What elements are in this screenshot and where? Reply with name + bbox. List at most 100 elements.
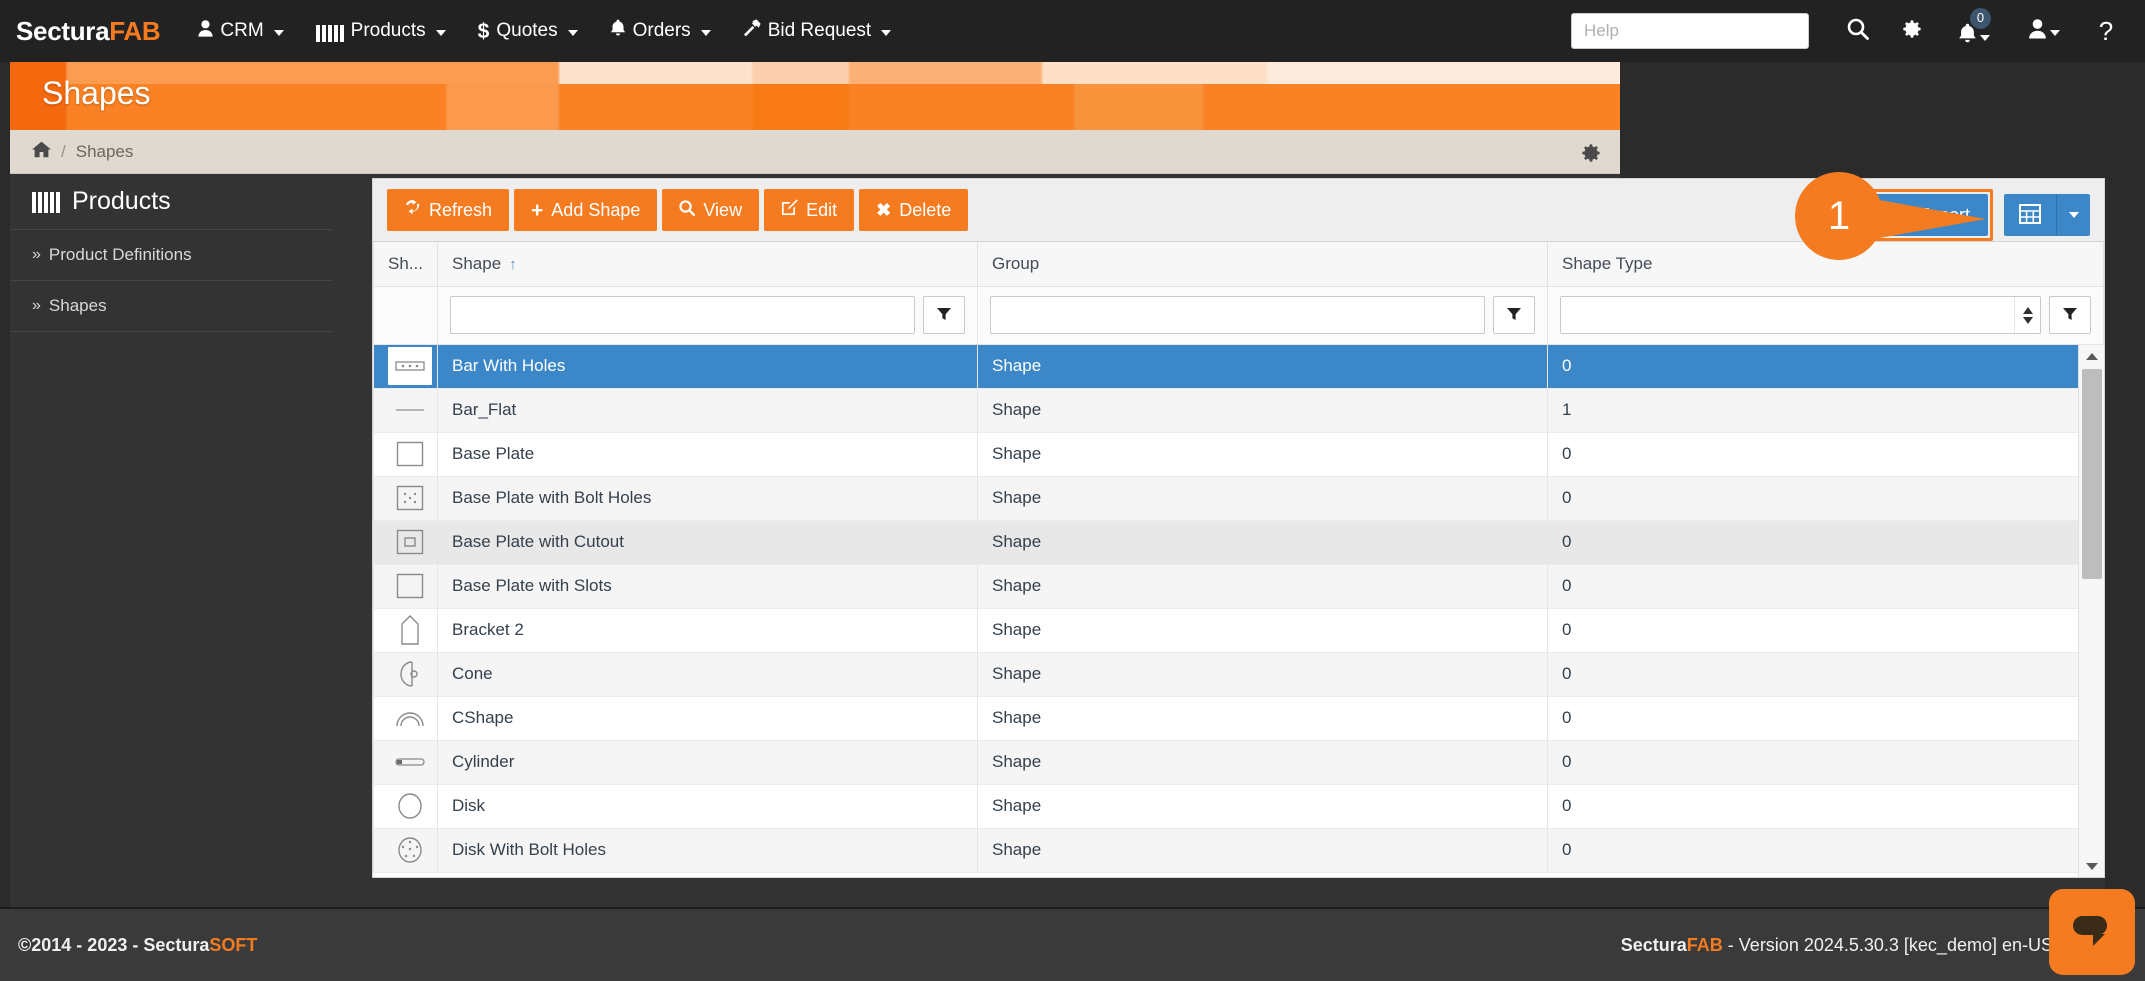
- table-row[interactable]: ConeShape0: [374, 652, 2104, 696]
- shape-type-filter-button[interactable]: [2049, 296, 2091, 334]
- scroll-up-button[interactable]: [2079, 345, 2104, 367]
- nav-item-crm[interactable]: CRM: [182, 0, 299, 62]
- cell-thumbnail: [374, 784, 438, 828]
- notifications-button[interactable]: 0: [1939, 0, 2009, 62]
- table-row[interactable]: DiskShape0: [374, 784, 2104, 828]
- footer-version: SecturaFAB - Version 2024.5.30.3 [kec_de…: [1621, 935, 2053, 956]
- sidebar-item-shapes[interactable]: » Shapes: [10, 281, 332, 332]
- table-row[interactable]: Bar With HolesShape0: [374, 344, 2104, 388]
- cell-group: Shape: [978, 432, 1548, 476]
- scrollbar-thumb[interactable]: [2082, 369, 2102, 579]
- filter-cell-group: [978, 286, 1548, 344]
- table-row[interactable]: Disk With Bolt HolesShape0: [374, 828, 2104, 872]
- chat-widget-button[interactable]: [2049, 889, 2135, 975]
- shape-filter-button[interactable]: [923, 296, 965, 334]
- help-search-input[interactable]: [1571, 13, 1809, 49]
- cell-group: Shape: [978, 828, 1548, 872]
- page-header-banner: Shapes: [10, 62, 1620, 130]
- nav-label-crm: CRM: [220, 20, 263, 42]
- spinner-arrows[interactable]: [2014, 297, 2040, 333]
- cell-shape-type: 0: [1548, 740, 2104, 784]
- home-icon[interactable]: [32, 141, 51, 163]
- table-row[interactable]: Base PlateShape0: [374, 432, 2104, 476]
- cell-shape-type: 0: [1548, 828, 2104, 872]
- edit-button[interactable]: Edit: [764, 189, 854, 231]
- view-button[interactable]: View: [662, 189, 759, 231]
- spinner-up-icon[interactable]: [2023, 307, 2033, 314]
- nav-item-orders[interactable]: Orders: [594, 0, 727, 62]
- settings-button[interactable]: [1885, 0, 1939, 62]
- search-icon: [679, 200, 695, 221]
- chevron-down-icon: [274, 30, 284, 36]
- column-label: Group: [992, 254, 1039, 273]
- brand-logo[interactable]: SecturaFAB: [16, 16, 160, 47]
- grid-vertical-scrollbar[interactable]: [2078, 345, 2104, 877]
- cell-group: Shape: [978, 740, 1548, 784]
- cell-shape: Bar With Holes: [438, 344, 978, 388]
- page-title: Shapes: [42, 75, 151, 112]
- table-row[interactable]: Base Plate with CutoutShape0: [374, 520, 2104, 564]
- refresh-label: Refresh: [429, 200, 492, 221]
- cell-thumbnail: [374, 652, 438, 696]
- page-settings-gear-icon[interactable]: [1580, 142, 1602, 169]
- delete-button[interactable]: ✖ Delete: [859, 189, 968, 231]
- column-header-shape[interactable]: Shape ↑: [438, 242, 978, 286]
- nav-item-quotes[interactable]: $ Quotes: [462, 0, 594, 62]
- chevron-right-icon: »: [32, 246, 41, 264]
- table-row[interactable]: CylinderShape0: [374, 740, 2104, 784]
- chevron-down-icon: [568, 30, 578, 36]
- nav-item-bid-request[interactable]: Bid Request: [727, 0, 908, 62]
- nav-label-orders: Orders: [633, 20, 691, 42]
- callout-badge-1: 1: [1795, 172, 1883, 260]
- dollar-icon: $: [478, 21, 490, 42]
- column-label: Shape: [452, 254, 501, 273]
- sidebar-header-label: Products: [72, 187, 171, 216]
- navbar-right-group: 0 ?: [1571, 0, 2145, 62]
- disk-thumb: [388, 787, 432, 825]
- spinner-down-icon[interactable]: [2023, 317, 2033, 324]
- group-filter-input[interactable]: [990, 296, 1485, 334]
- refresh-icon: [404, 199, 421, 221]
- breadcrumb-separator: /: [61, 142, 66, 162]
- table-row[interactable]: Base Plate with Bolt HolesShape0: [374, 476, 2104, 520]
- shape-type-spinner[interactable]: [1560, 296, 2041, 334]
- table-row[interactable]: Bracket 2Shape0: [374, 608, 2104, 652]
- chevron-down-icon: [1980, 35, 1990, 41]
- cell-group: Shape: [978, 344, 1548, 388]
- cell-shape-type: 0: [1548, 608, 2104, 652]
- callout-number: 1: [1828, 194, 1850, 239]
- refresh-button[interactable]: Refresh: [387, 189, 509, 231]
- scroll-down-button[interactable]: [2079, 855, 2104, 877]
- sidebar-item-product-definitions[interactable]: » Product Definitions: [10, 230, 332, 281]
- cell-shape-type: 1: [1548, 388, 2104, 432]
- shape-type-filter-input[interactable]: [1561, 297, 2014, 333]
- nav-label-quotes: Quotes: [496, 20, 557, 42]
- group-filter-button[interactable]: [1493, 296, 1535, 334]
- cell-shape: Bracket 2: [438, 608, 978, 652]
- sort-ascending-icon: ↑: [509, 256, 517, 273]
- nav-item-products[interactable]: Products: [300, 0, 462, 62]
- footer: ©2014 - 2023 - SecturaSOFT SecturaFAB - …: [0, 907, 2145, 981]
- grid-layout-button[interactable]: [2004, 194, 2056, 236]
- chevron-down-icon: [436, 30, 446, 36]
- breadcrumb-items: / Shapes: [32, 141, 133, 163]
- search-button[interactable]: [1831, 0, 1885, 62]
- table-row[interactable]: Base Plate with SlotsShape0: [374, 564, 2104, 608]
- table-row[interactable]: CShapeShape0: [374, 696, 2104, 740]
- account-button[interactable]: [2009, 0, 2079, 62]
- column-header-group[interactable]: Group: [978, 242, 1548, 286]
- column-header-thumbnail[interactable]: Sh...: [374, 242, 438, 286]
- brand-accent: FAB: [109, 16, 160, 46]
- delete-label: Delete: [899, 200, 951, 221]
- table-row[interactable]: Bar_FlatShape1: [374, 388, 2104, 432]
- shapes-table: Sh... Shape↑ Group Shape Type: [373, 242, 2104, 873]
- help-button[interactable]: ?: [2079, 0, 2133, 62]
- cell-thumbnail: [374, 520, 438, 564]
- grid-options-dropdown-button[interactable]: [2056, 194, 2090, 236]
- shape-filter-input[interactable]: [450, 296, 915, 334]
- version-text: - Version 2024.5.30.3 [kec_demo] en-US: [1723, 935, 2053, 955]
- banner-top-stripe: [10, 62, 1620, 84]
- cell-group: Shape: [978, 476, 1548, 520]
- add-shape-button[interactable]: + Add Shape: [514, 189, 657, 231]
- cell-shape-type: 0: [1548, 696, 2104, 740]
